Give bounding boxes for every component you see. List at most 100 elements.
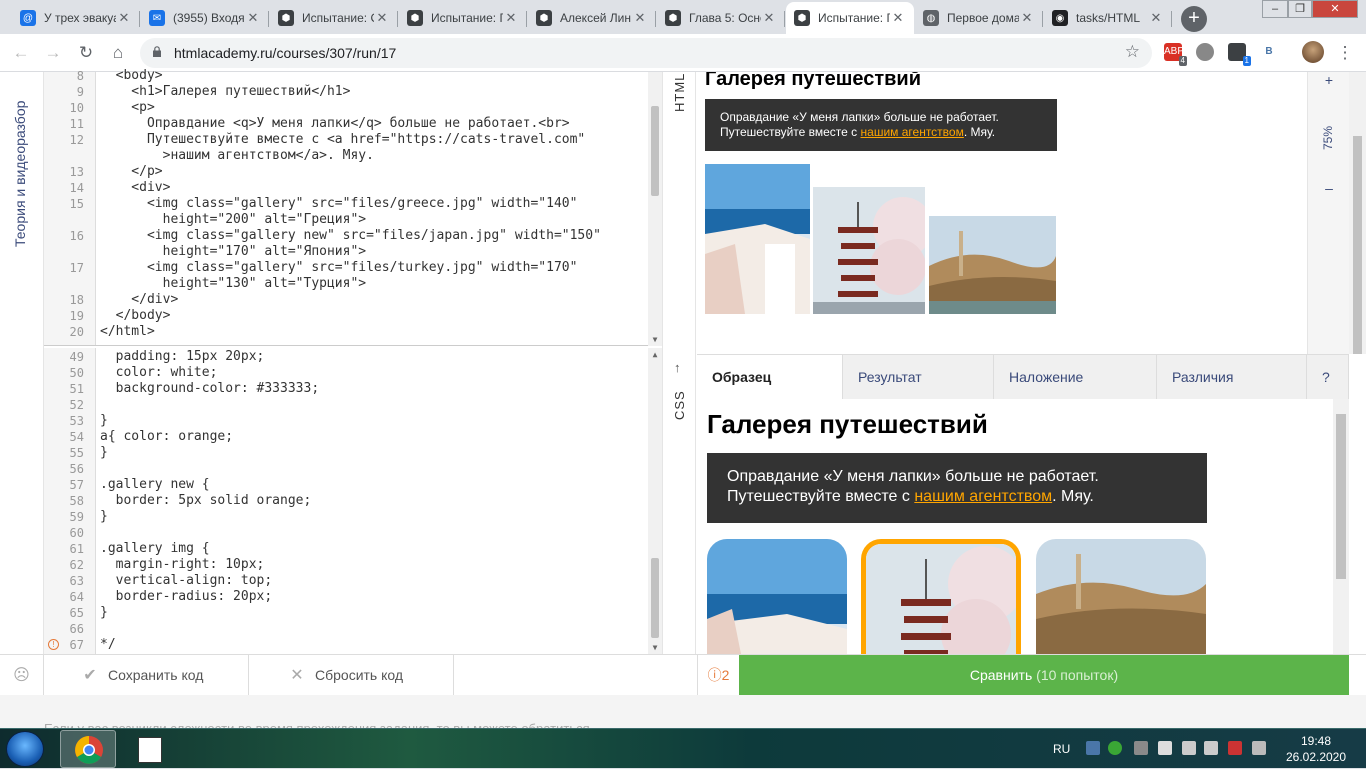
vk-extension-icon[interactable]: В <box>1260 43 1278 61</box>
windows-taskbar: RU 19:48 26.02.2020 <box>0 728 1366 768</box>
scroll-down-arrow[interactable]: ▼ <box>648 643 662 652</box>
html-editor-scrollbar[interactable]: ▼ <box>648 72 662 346</box>
language-indicator[interactable]: RU <box>1053 729 1070 769</box>
compare-attempts: (10 попыток) <box>1036 667 1119 683</box>
tab-diff[interactable]: Различия <box>1157 355 1307 400</box>
tab-close-icon[interactable]: ✕ <box>1148 10 1164 26</box>
action-center-icon[interactable] <box>1228 741 1242 755</box>
arrow-up-icon[interactable]: ↑ <box>674 360 681 375</box>
cube-extension-icon[interactable]: 1 <box>1228 43 1251 66</box>
line-number: 18 <box>69 293 84 307</box>
sample-scrollbar[interactable] <box>1333 399 1349 654</box>
preview-line-2: Путешествуйте вместе с нашим агентством.… <box>720 125 1042 140</box>
browser-tab[interactable]: ⬢ Испытание: Г ✕ <box>786 2 914 34</box>
tab-favicon-icon: ⬢ <box>407 10 423 26</box>
browser-tab[interactable]: ✉ (3955) Входящ✕ <box>141 2 269 34</box>
help-button[interactable]: ? <box>1307 355 1349 400</box>
scroll-thumb[interactable] <box>651 558 659 638</box>
reset-code-label: Сбросить код <box>315 667 404 683</box>
tab-result[interactable]: Результат <box>843 355 994 400</box>
address-bar[interactable]: htmlacademy.ru/courses/307/run/17 ☆ <box>140 38 1152 68</box>
new-tab-button[interactable]: + <box>1181 6 1207 32</box>
code-text: .gallery new { <box>100 477 210 492</box>
error-counter[interactable]: ⓘ2 <box>697 655 739 696</box>
forward-button[interactable]: → <box>42 42 64 64</box>
tab-close-icon[interactable]: ✕ <box>503 10 519 26</box>
maximize-button[interactable]: ❐ <box>1288 0 1312 18</box>
reset-code-button[interactable]: ✕ Сбросить код <box>249 655 454 696</box>
notepad-taskbar-button[interactable] <box>122 730 178 768</box>
html-editor[interactable]: 8 <body> 9 <h1>Галерея путешествий</h1> 10… <box>44 68 662 346</box>
menu-kebab-icon[interactable]: ⋮ <box>1334 42 1356 64</box>
tab-close-icon[interactable]: ✕ <box>116 10 132 26</box>
preview-scrollbar[interactable] <box>1349 72 1366 354</box>
vk-tray-icon[interactable] <box>1086 741 1100 755</box>
zoom-in-button[interactable]: + <box>1308 72 1350 88</box>
save-code-button[interactable]: ✔ Сохранить код <box>44 655 249 696</box>
browser-tab[interactable]: ⬢ Испытание: С ✕ <box>270 2 398 34</box>
reload-button[interactable]: ↻ <box>75 42 97 64</box>
preview-agency-link[interactable]: нашим агентством <box>861 125 964 139</box>
warning-icon[interactable]: ! <box>48 639 59 650</box>
home-button[interactable]: ⌂ <box>107 42 129 64</box>
sample-agency-link[interactable]: нашим агентством <box>914 488 1052 505</box>
line-number: 11 <box>69 117 84 131</box>
browser-tab[interactable]: ⬢ Алексей Лин ✕ <box>528 2 656 34</box>
line-number: 53 <box>69 414 84 428</box>
code-text: } <box>100 413 108 428</box>
usb-tray-icon[interactable] <box>1158 741 1172 755</box>
system-clock[interactable]: 19:48 26.02.2020 <box>1276 733 1356 765</box>
code-text: vertical-align: top; <box>100 573 273 588</box>
keyboard-tray-icon[interactable] <box>1252 741 1266 755</box>
browser-tab[interactable]: ◍ Первое домаш✕ <box>915 2 1043 34</box>
tab-favicon-icon: @ <box>20 10 36 26</box>
zoom-out-button[interactable]: – <box>1308 180 1350 196</box>
back-button[interactable]: ← <box>10 42 32 64</box>
line-number: 52 <box>69 398 84 412</box>
tab-close-icon[interactable]: ✕ <box>632 10 648 26</box>
scroll-thumb[interactable] <box>1336 414 1346 579</box>
browser-tab[interactable]: ⬢ Глава 5: Осно ✕ <box>657 2 785 34</box>
start-button[interactable] <box>6 731 44 767</box>
css-editor[interactable]: 49 padding: 15px 20px; 50 color: white; 51… <box>44 348 662 654</box>
code-text: <img class="gallery" src="files/turkey.j… <box>100 260 578 275</box>
adblock-extension-icon[interactable]: ABP 4 <box>1164 43 1187 66</box>
volume-tray-icon[interactable] <box>1204 741 1218 755</box>
settings-tray-icon[interactable] <box>1134 741 1148 755</box>
scroll-down-arrow[interactable]: ▼ <box>648 335 662 344</box>
css-editor-scrollbar[interactable]: ▲ ▼ <box>648 348 662 654</box>
network-tray-icon[interactable] <box>1182 741 1196 755</box>
tab-close-icon[interactable]: ✕ <box>1019 10 1035 26</box>
scroll-up-arrow[interactable]: ▲ <box>648 350 662 359</box>
tab-close-icon[interactable]: ✕ <box>761 10 777 26</box>
sample-greece-image <box>707 539 847 654</box>
bug-report-button[interactable]: ☹ <box>0 655 44 696</box>
browser-tab[interactable]: ⬢ Испытание: Г ✕ <box>399 2 527 34</box>
sample-line-2-text: Путешествуйте вместе с <box>727 488 915 505</box>
minimize-button[interactable]: ‒ <box>1262 0 1288 18</box>
tab-overlay[interactable]: Наложение <box>994 355 1157 400</box>
bookmark-star-icon[interactable]: ☆ <box>1125 42 1140 62</box>
chrome-taskbar-button[interactable] <box>60 730 116 768</box>
japan-photo <box>813 187 925 314</box>
code-text: </html> <box>100 324 155 339</box>
code-text: <img class="gallery new" src="files/japa… <box>100 228 601 243</box>
tab-close-icon[interactable]: ✕ <box>245 10 261 26</box>
compare-button[interactable]: Сравнить (10 попыток) <box>739 655 1349 696</box>
browser-tab[interactable]: @ У трех эвакуа ✕ <box>12 2 140 34</box>
line-number: 17 <box>69 261 84 275</box>
globe-extension-icon[interactable] <box>1196 43 1214 61</box>
tab-close-icon[interactable]: ✕ <box>890 10 906 26</box>
theory-sidebar[interactable]: Теория и видеоразбор <box>0 72 44 654</box>
scroll-thumb[interactable] <box>651 106 659 196</box>
tab-sample[interactable]: Образец <box>697 355 843 400</box>
profile-avatar[interactable] <box>1302 41 1324 63</box>
tab-title: Испытание: Г <box>431 11 503 25</box>
code-text: height="130" alt="Турция"> <box>100 276 367 291</box>
tab-close-icon[interactable]: ✕ <box>374 10 390 26</box>
scroll-thumb[interactable] <box>1353 136 1362 354</box>
compare-label: Сравнить <box>969 667 1033 683</box>
antivirus-tray-icon[interactable] <box>1108 741 1122 755</box>
close-window-button[interactable]: ✕ <box>1312 0 1358 18</box>
browser-tab[interactable]: ◉ tasks/HTML ✕ <box>1044 2 1172 34</box>
